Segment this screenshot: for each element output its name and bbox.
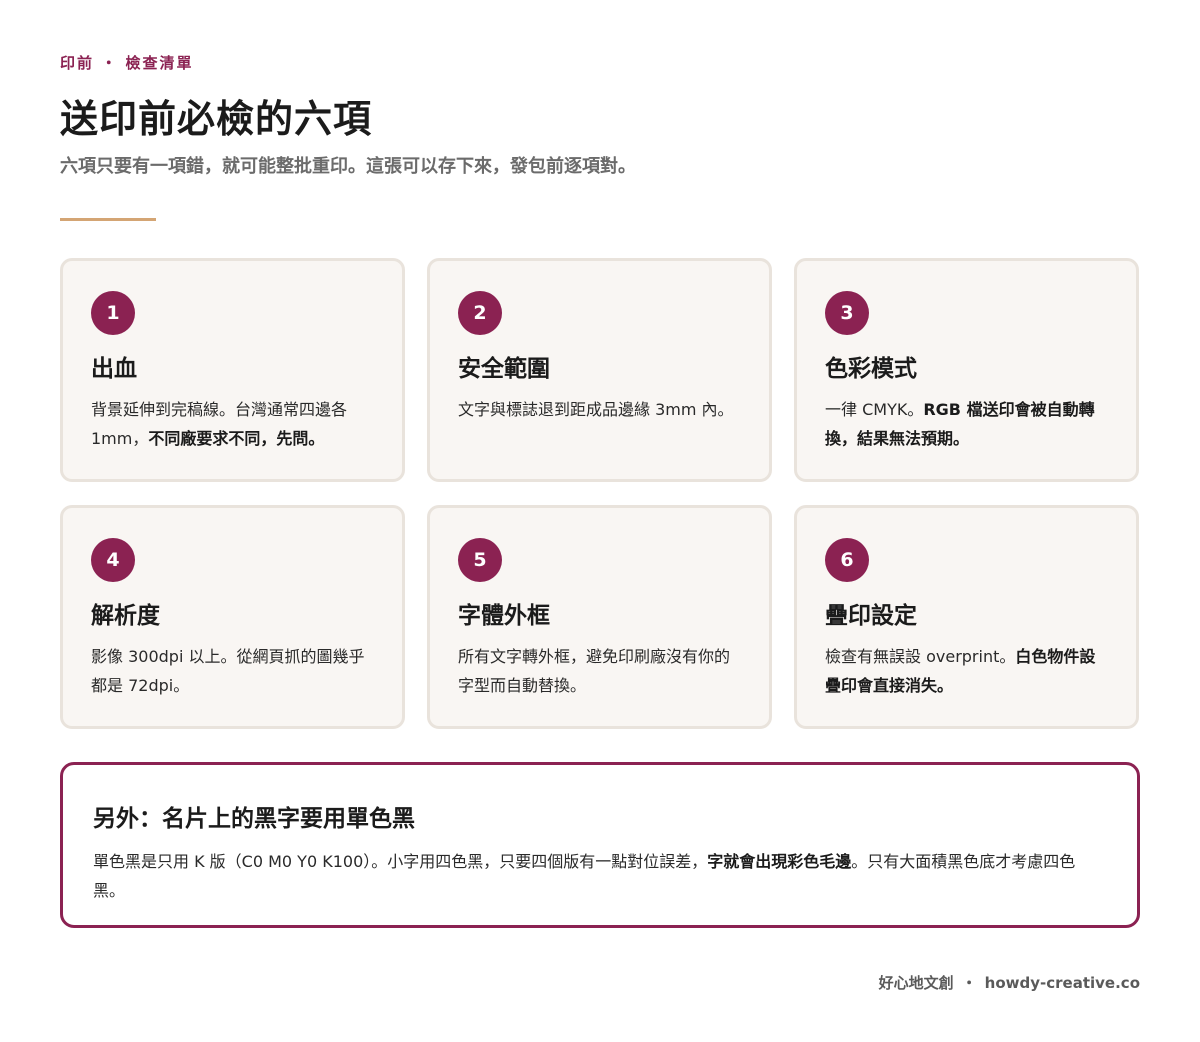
- note-body: 單色黑是只用 K 版（C0 M0 Y0 K100）。小字用四色黑，只要四個版有一…: [93, 847, 1107, 905]
- checklist-card-font-outline: 5 字體外框 所有文字轉外框，避免印刷廠沒有你的字型而自動替換。: [427, 505, 772, 729]
- card-body-text: 影像 300dpi 以上。從網頁抓的圖幾乎都是 72dpi。: [91, 647, 365, 695]
- card-body-text: 文字與標誌退到距成品邊緣 3mm 內。: [458, 400, 734, 419]
- footer-separator: ・: [961, 974, 977, 992]
- card-title: 疊印設定: [825, 603, 917, 629]
- card-body: 一律 CMYK。RGB 檔送印會被自動轉換，結果無法預期。: [825, 395, 1108, 453]
- checklist-card-overprint: 6 疊印設定 檢查有無誤設 overprint。白色物件設疊印會直接消失。: [794, 505, 1139, 729]
- rich-black-note: 另外：名片上的黑字要用單色黑 單色黑是只用 K 版（C0 M0 Y0 K100）…: [60, 762, 1140, 928]
- step-number-badge: 1: [91, 291, 135, 335]
- checklist-card-safe-area: 2 安全範圍 文字與標誌退到距成品邊緣 3mm 內。: [427, 258, 772, 482]
- card-title: 字體外框: [458, 603, 550, 629]
- card-body: 所有文字轉外框，避免印刷廠沒有你的字型而自動替換。: [458, 642, 741, 700]
- step-number-badge: 6: [825, 538, 869, 582]
- note-body-emphasis: 字就會出現彩色毛邊: [707, 852, 852, 871]
- accent-divider: [60, 218, 156, 221]
- step-number-badge: 3: [825, 291, 869, 335]
- checklist-card-bleed: 1 出血 背景延伸到完稿線。台灣通常四邊各 1mm，不同廠要求不同，先問。: [60, 258, 405, 482]
- card-body-text: 一律 CMYK。: [825, 400, 924, 419]
- note-title: 另外：名片上的黑字要用單色黑: [93, 806, 415, 832]
- footer-site: howdy-creative.co: [984, 974, 1140, 992]
- card-body: 影像 300dpi 以上。從網頁抓的圖幾乎都是 72dpi。: [91, 642, 374, 700]
- card-title: 安全範圍: [458, 356, 550, 382]
- card-title: 出血: [91, 356, 137, 382]
- page-subtitle: 六項只要有一項錯，就可能整批重印。這張可以存下來，發包前逐項對。: [60, 156, 636, 177]
- card-body: 文字與標誌退到距成品邊緣 3mm 內。: [458, 395, 741, 424]
- card-body: 檢查有無誤設 overprint。白色物件設疊印會直接消失。: [825, 642, 1108, 700]
- step-number-badge: 2: [458, 291, 502, 335]
- eyebrow-label: 印前 ・ 檢查清單: [60, 54, 194, 72]
- card-title: 色彩模式: [825, 356, 917, 382]
- card-title: 解析度: [91, 603, 160, 629]
- step-number-badge: 5: [458, 538, 502, 582]
- card-body-emphasis: 不同廠要求不同，先問。: [148, 429, 325, 448]
- card-body-text: 檢查有無誤設 overprint。: [825, 647, 1016, 666]
- checklist-grid: 1 出血 背景延伸到完稿線。台灣通常四邊各 1mm，不同廠要求不同，先問。 2 …: [60, 258, 1140, 729]
- footer-credit: 好心地文創・ howdy-creative.co: [879, 972, 1140, 993]
- page-title: 送印前必檢的六項: [60, 97, 373, 141]
- checklist-card-resolution: 4 解析度 影像 300dpi 以上。從網頁抓的圖幾乎都是 72dpi。: [60, 505, 405, 729]
- card-body-text: 所有文字轉外框，避免印刷廠沒有你的字型而自動替換。: [458, 647, 731, 695]
- step-number-badge: 4: [91, 538, 135, 582]
- footer-brand: 好心地文創: [878, 974, 954, 992]
- note-body-text: 單色黑是只用 K 版（C0 M0 Y0 K100）。小字用四色黑，只要四個版有一…: [93, 852, 708, 871]
- card-body: 背景延伸到完稿線。台灣通常四邊各 1mm，不同廠要求不同，先問。: [91, 395, 374, 453]
- checklist-card-color-mode: 3 色彩模式 一律 CMYK。RGB 檔送印會被自動轉換，結果無法預期。: [794, 258, 1139, 482]
- checklist-page: 印前 ・ 檢查清單 送印前必檢的六項 六項只要有一項錯，就可能整批重印。這張可以…: [60, 0, 1140, 1042]
